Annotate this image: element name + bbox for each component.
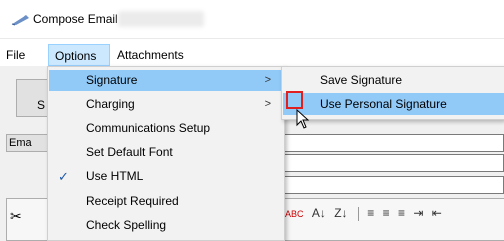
align-left-icon[interactable]: ≡ (367, 206, 374, 220)
redacted-title-text (118, 11, 204, 27)
menu-item-label: Signature (86, 73, 138, 87)
menu-item-charging[interactable]: Charging > (49, 94, 283, 115)
submenu-arrow-icon: > (264, 74, 271, 86)
menu-item-check-spelling[interactable]: Check Spelling (49, 215, 283, 236)
cc-field[interactable] (280, 154, 504, 172)
menu-item-label: Charging (86, 97, 135, 111)
menu-item-label: Communications Setup (86, 121, 211, 135)
sort-descending-icon[interactable]: Z↓ (334, 206, 347, 220)
window-title: Compose Email (33, 12, 118, 26)
menu-item-label: Use Personal Signature (320, 97, 447, 111)
title-bar: Compose Email (0, 0, 504, 39)
menu-item-use-html[interactable]: ✓ Use HTML (49, 166, 283, 187)
outdent-icon[interactable]: ⇤ (432, 206, 442, 220)
spell-check-icon[interactable]: ABC (285, 209, 304, 219)
menu-item-save-signature[interactable]: Save Signature (283, 69, 504, 91)
submenu-arrow-icon: > (264, 98, 271, 110)
menu-item-receipt-required[interactable]: Receipt Required (49, 191, 283, 212)
indent-icon[interactable]: ⇥ (413, 206, 423, 220)
menu-options[interactable]: Options (48, 44, 110, 66)
cut-icon[interactable]: ✂ (10, 208, 22, 225)
menu-item-signature[interactable]: Signature > (49, 70, 283, 91)
subject-field[interactable] (280, 176, 504, 194)
menu-file[interactable]: File (0, 44, 31, 66)
checkmark-icon: ✓ (58, 169, 69, 184)
menu-item-label: Use HTML (86, 169, 144, 183)
mouse-cursor-icon (296, 109, 310, 129)
toolbar-separator (357, 206, 359, 221)
options-menu: Signature > Charging > Communications Se… (47, 66, 285, 241)
menu-item-communications-setup[interactable]: Communications Setup (49, 118, 283, 139)
email-to-button[interactable]: Ema (6, 134, 50, 152)
menu-item-set-default-font[interactable]: Set Default Font (49, 142, 283, 163)
toolbar-icons: ABC A↓ Z↓ ≡ ≡ ≡ ⇥ ⇤ (285, 206, 447, 224)
to-field[interactable] (280, 134, 504, 152)
menu-item-label: Receipt Required (86, 194, 179, 208)
menu-item-use-personal-signature[interactable]: Use Personal Signature (283, 93, 504, 115)
menu-item-label: Set Default Font (86, 145, 173, 159)
menu-bar: File Options Attachments (0, 44, 504, 66)
menu-item-label: Save Signature (320, 73, 403, 87)
signature-submenu: Save Signature Use Personal Signature (281, 66, 504, 120)
menu-attachments[interactable]: Attachments (111, 44, 190, 66)
sort-ascending-icon[interactable]: A↓ (312, 206, 326, 220)
compose-email-icon (11, 15, 29, 26)
align-right-icon[interactable]: ≡ (398, 206, 405, 220)
menu-item-label: Check Spelling (86, 218, 167, 232)
annotation-highlight-box (286, 91, 303, 109)
align-center-icon[interactable]: ≡ (383, 206, 390, 220)
